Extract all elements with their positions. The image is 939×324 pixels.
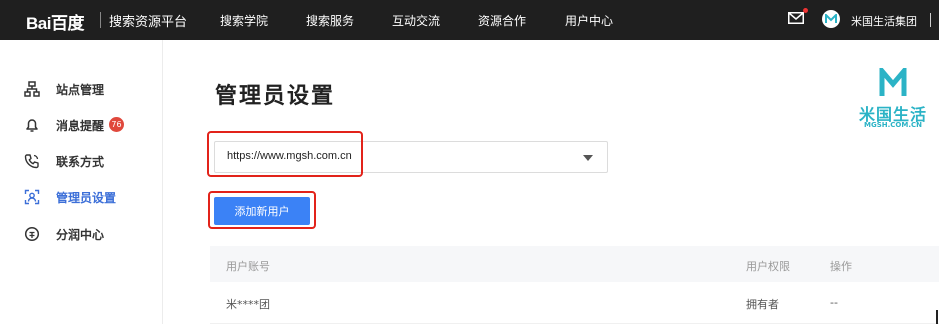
- table-header: 用户账号 用户权限 操作: [210, 246, 939, 282]
- sidebar-divider: [162, 40, 163, 324]
- nav-search-academy[interactable]: 搜索学院: [220, 12, 268, 29]
- site-select-value: https://www.mgsh.com.cn: [227, 150, 352, 162]
- page-title: 管理员设置: [215, 84, 336, 109]
- coin-icon: [24, 226, 40, 242]
- column-header-permission: 用户权限: [746, 260, 790, 273]
- notification-dot: [803, 8, 808, 13]
- sidebar-item-notifications[interactable]: 消息提醒 76: [24, 115, 134, 135]
- sidebar-item-label: 站点管理: [56, 82, 105, 97]
- platform-title[interactable]: 搜索资源平台: [109, 11, 187, 30]
- nav-resource-cooperation[interactable]: 资源合作: [478, 12, 526, 29]
- nav-search-service[interactable]: 搜索服务: [306, 12, 354, 29]
- brand-m-icon: [879, 68, 907, 96]
- brand-url: MGSH.COM.CN: [864, 121, 922, 129]
- column-header-account: 用户账号: [226, 260, 270, 273]
- sidebar-item-label: 联系方式: [56, 154, 105, 169]
- top-navigation-bar: Bai百度 搜索资源平台 搜索学院 搜索服务 互动交流 资源合作 用户中心 米国…: [0, 0, 939, 40]
- sidebar-item-label: 消息提醒: [56, 118, 105, 133]
- phone-icon: [24, 154, 39, 169]
- bell-icon: [26, 119, 38, 132]
- sidebar-item-profit-center[interactable]: 分润中心: [24, 224, 104, 244]
- mail-icon[interactable]: [788, 12, 804, 24]
- site-select[interactable]: https://www.mgsh.com.cn: [214, 141, 608, 173]
- sitemap-icon: [24, 81, 40, 97]
- nav-interaction[interactable]: 互动交流: [392, 12, 440, 29]
- sidebar-item-contact[interactable]: 联系方式: [24, 151, 104, 171]
- logo-divider: [100, 12, 101, 28]
- baidu-logo[interactable]: Bai百度: [26, 9, 84, 34]
- cell-permission: 拥有者: [746, 298, 779, 311]
- chevron-down-icon: [583, 155, 593, 161]
- add-user-button[interactable]: 添加新用户: [214, 197, 310, 225]
- sidebar-item-admin-settings[interactable]: 管理员设置: [24, 187, 116, 207]
- unread-count-badge: 76: [109, 117, 124, 132]
- brand-logo: 米国生活 MGSH.COM.CN: [852, 68, 934, 129]
- admin-icon: [24, 189, 40, 205]
- top-divider: [930, 13, 931, 27]
- sidebar-item-site-management[interactable]: 站点管理: [24, 79, 104, 99]
- sidebar-item-label: 分润中心: [56, 227, 105, 242]
- sidebar-item-label: 管理员设置: [56, 190, 117, 205]
- table-row: 米****团 拥有者 --: [210, 282, 939, 324]
- avatar-logo-icon: [825, 14, 837, 23]
- nav-user-center[interactable]: 用户中心: [565, 12, 613, 29]
- cell-action: --: [830, 296, 838, 309]
- baidu-logo-text: Bai百度: [26, 14, 84, 33]
- avatar[interactable]: [822, 10, 840, 28]
- username[interactable]: 米国生活集团: [851, 13, 917, 29]
- scrollbar[interactable]: [936, 310, 938, 324]
- cell-account: 米****团: [226, 298, 270, 311]
- column-header-action: 操作: [830, 260, 852, 273]
